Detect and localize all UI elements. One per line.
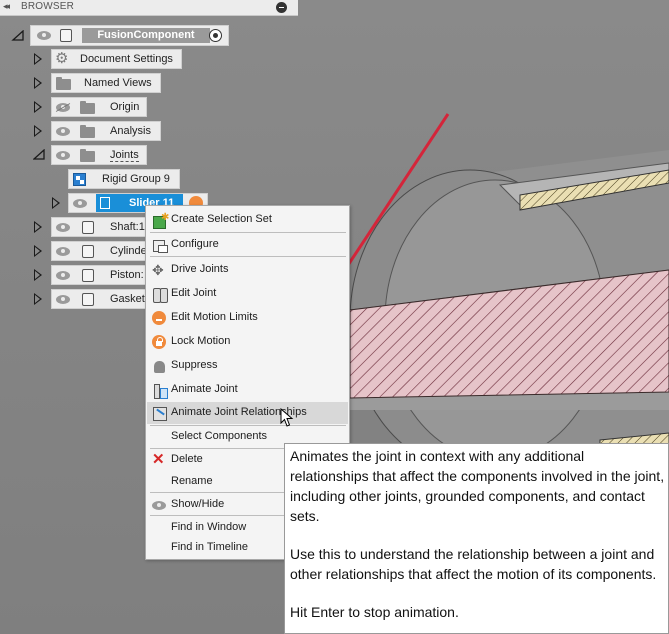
tree-root-node[interactable]: FusionComponent [30, 25, 229, 46]
tree-item-shaft[interactable]: Shaft:1 [51, 217, 147, 237]
component-icon [82, 269, 94, 282]
eye-icon [152, 498, 167, 513]
menu-item-label: Find in Timeline [171, 541, 249, 553]
eye-icon[interactable] [56, 223, 70, 232]
menu-item-label: Edit Motion Limits [171, 311, 258, 323]
tree-item-gasket[interactable]: Gasket [51, 289, 147, 309]
expand-arrow-icon[interactable] [34, 269, 42, 281]
slider-joint-icon [100, 197, 110, 209]
tree-item-label: Origin [110, 101, 140, 113]
folder-icon [56, 77, 71, 90]
expand-arrow-icon[interactable] [52, 197, 60, 209]
menu-item-lock-motion[interactable]: Lock Motion [147, 331, 348, 353]
tree-item-label: Cylinde [110, 245, 147, 257]
eye-icon[interactable] [56, 295, 70, 304]
menu-item-label: Rename [171, 475, 213, 487]
gear-icon: ⚙ [55, 50, 69, 67]
eye-icon[interactable] [56, 271, 70, 280]
tree-item-analysis[interactable]: Analysis [51, 121, 161, 141]
minimize-icon[interactable] [276, 2, 287, 13]
menu-item-edit-motion-limits[interactable]: Edit Motion Limits [147, 307, 348, 329]
tree-item-label: Analysis [110, 125, 151, 137]
tree-item-rigid-group[interactable]: Rigid Group 9 [68, 169, 180, 189]
animate-relationships-icon [152, 406, 167, 421]
tree-item-named-views[interactable]: Named Views [51, 73, 161, 93]
menu-item-label: Configure [171, 238, 219, 250]
tree-item-label: Shaft:1 [110, 221, 145, 233]
tree-item-origin[interactable]: Origin [51, 97, 147, 117]
tree-item-label: Rigid Group 9 [102, 173, 170, 185]
tooltip-paragraph: Animates the joint in context with any a… [290, 448, 665, 524]
expand-arrow-icon[interactable] [34, 125, 42, 137]
tooltip: Animates the joint in context with any a… [284, 443, 669, 634]
component-icon [82, 293, 94, 306]
folder-icon [80, 101, 95, 114]
motion-limits-icon [152, 311, 166, 325]
eye-icon[interactable] [56, 127, 70, 136]
configure-icon [152, 238, 168, 253]
component-icon [60, 29, 72, 42]
menu-separator [150, 232, 346, 233]
menu-item-edit-joint[interactable]: Edit Joint [147, 283, 348, 305]
menu-item-configure[interactable]: Configure [147, 234, 348, 256]
tree-item-label: Named Views [84, 77, 152, 89]
tree-item-joints[interactable]: Joints [51, 145, 147, 165]
tree-item-label: Joints [110, 149, 139, 162]
collapse-panel-icon[interactable]: ◂◂ [3, 1, 10, 12]
expand-arrow-icon[interactable] [34, 77, 42, 89]
activate-radio-icon[interactable] [209, 29, 222, 42]
menu-item-animate-joint[interactable]: Animate Joint [147, 379, 348, 401]
tree-item-cylinder[interactable]: Cylinde [51, 241, 147, 261]
eye-icon[interactable] [56, 247, 70, 256]
expanded-arrow-icon[interactable] [11, 30, 25, 42]
edit-joint-icon [152, 287, 168, 303]
tooltip-paragraph: Hit Enter to stop animation. [290, 604, 459, 620]
tree-item-label: Gasket [110, 293, 145, 305]
animate-joint-icon [152, 383, 168, 399]
menu-item-label: Create Selection Set [171, 213, 272, 225]
browser-header[interactable]: ◂◂ BROWSER [0, 0, 298, 16]
expand-arrow-icon[interactable] [34, 101, 42, 113]
menu-item-drive-joints[interactable]: ✥ Drive Joints [147, 259, 348, 281]
mouse-cursor-icon [280, 408, 294, 427]
expand-arrow-icon[interactable] [34, 221, 42, 233]
menu-item-label: Find in Window [171, 521, 247, 533]
eye-icon[interactable] [73, 199, 87, 208]
menu-item-label: Suppress [171, 359, 218, 371]
rigid-group-icon [73, 173, 86, 186]
tree-item-label: Piston: [110, 269, 144, 281]
menu-item-animate-joint-relationships[interactable]: Animate Joint Relationships [147, 402, 348, 424]
menu-separator [150, 256, 346, 257]
browser-title: BROWSER [21, 1, 75, 12]
menu-item-label: Lock Motion [171, 335, 231, 347]
folder-icon [80, 149, 95, 162]
tooltip-paragraph: Use this to understand the relationship … [290, 546, 657, 582]
menu-item-label: Animate Joint [171, 383, 238, 395]
selection-set-icon: ✱ [152, 212, 169, 229]
drive-joints-icon: ✥ [152, 262, 164, 278]
menu-item-label: Drive Joints [171, 263, 229, 275]
eye-icon[interactable] [56, 151, 70, 160]
component-icon [82, 221, 94, 234]
menu-item-label: Edit Joint [171, 287, 217, 299]
menu-item-create-selection-set[interactable]: ✱ Create Selection Set [147, 209, 348, 231]
root-component-label[interactable]: FusionComponent [82, 28, 210, 43]
tree-item-piston[interactable]: Piston: [51, 265, 147, 285]
menu-item-label: Delete [171, 453, 203, 465]
expand-arrow-icon[interactable] [34, 53, 42, 65]
delete-icon: ✕ [152, 451, 165, 468]
menu-item-label: Show/Hide [171, 498, 225, 510]
component-icon [82, 245, 94, 258]
eye-icon[interactable] [37, 31, 51, 40]
expand-arrow-icon[interactable] [34, 245, 42, 257]
tree-item-document-settings[interactable]: ⚙ Document Settings [51, 49, 182, 69]
lock-icon [152, 335, 166, 349]
menu-item-label: Select Components [171, 430, 267, 442]
tree-item-label: Document Settings [80, 53, 173, 65]
suppress-icon [152, 359, 167, 374]
expanded-arrow-icon[interactable] [33, 149, 45, 160]
menu-item-suppress[interactable]: Suppress [147, 355, 348, 377]
expand-arrow-icon[interactable] [34, 293, 42, 305]
folder-icon [80, 125, 95, 138]
